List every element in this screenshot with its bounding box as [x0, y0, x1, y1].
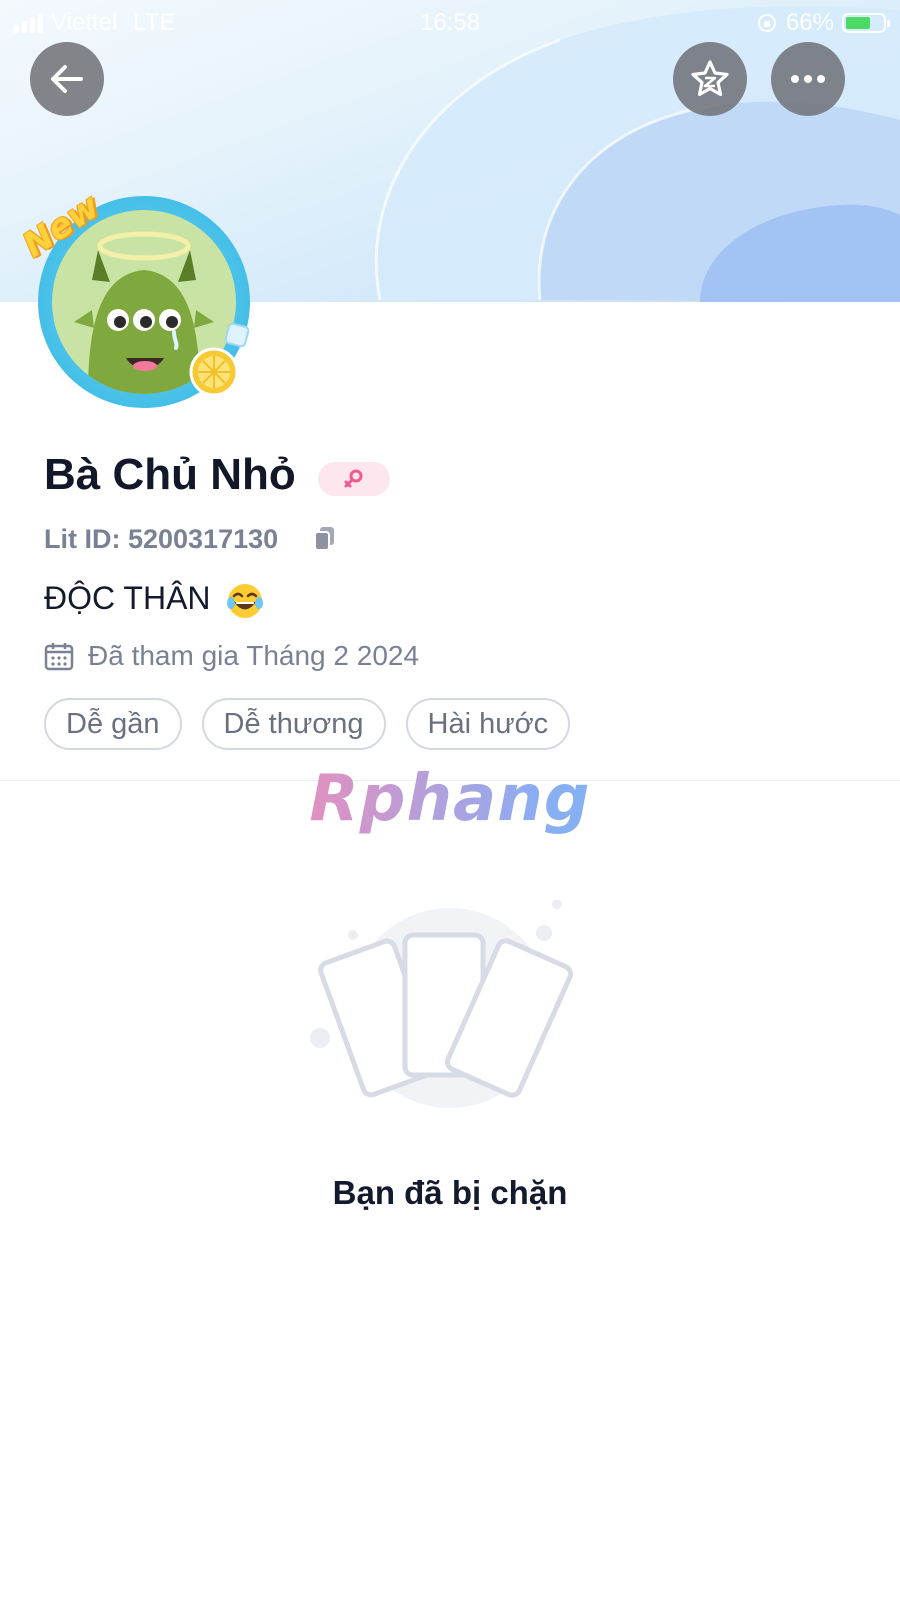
profile-name: Bà Chủ Nhỏ: [44, 450, 296, 499]
female-icon: [344, 469, 363, 488]
more-button[interactable]: [771, 42, 845, 116]
personality-tags: Dễ gần Dễ thương Hài hước: [44, 698, 571, 750]
lemon-slice-decoration: [189, 347, 239, 397]
watermark-logo: Rphang: [0, 762, 900, 836]
bio-text: ĐỘC THÂN: [44, 580, 211, 616]
battery-percent: 66%: [785, 9, 834, 36]
calendar-icon: [44, 643, 74, 671]
bio: ĐỘC THÂN: [44, 580, 265, 621]
tag-chip[interactable]: Dễ thương: [201, 698, 386, 750]
ellipsis-icon: [791, 75, 825, 83]
favorite-button[interactable]: [673, 42, 747, 116]
back-button[interactable]: [30, 42, 104, 116]
copy-id-button[interactable]: [314, 526, 336, 557]
status-bar: Viettel LTE 16:58 66%: [0, 0, 900, 46]
gender-badge: [318, 462, 390, 496]
join-date-text: Đã tham gia Tháng 2 2024: [88, 640, 420, 671]
star-icon: [691, 60, 729, 97]
laughing-emoji-icon: [227, 583, 264, 618]
tag-chip[interactable]: Dễ gần: [44, 698, 182, 750]
lit-id: Lit ID: 5200317130: [44, 524, 279, 554]
ice-cube-decoration: [224, 322, 250, 348]
orientation-lock-icon: [757, 14, 776, 32]
join-date: Đã tham gia Tháng 2 2024: [44, 640, 419, 672]
copy-icon: [314, 527, 334, 551]
blocked-cards-illustration: [310, 900, 574, 1108]
blocked-message: Bạn đã bị chặn: [332, 1174, 568, 1211]
arrow-left-icon: [51, 65, 83, 93]
tag-chip[interactable]: Hài hước: [405, 698, 571, 750]
battery-icon: [842, 13, 890, 33]
